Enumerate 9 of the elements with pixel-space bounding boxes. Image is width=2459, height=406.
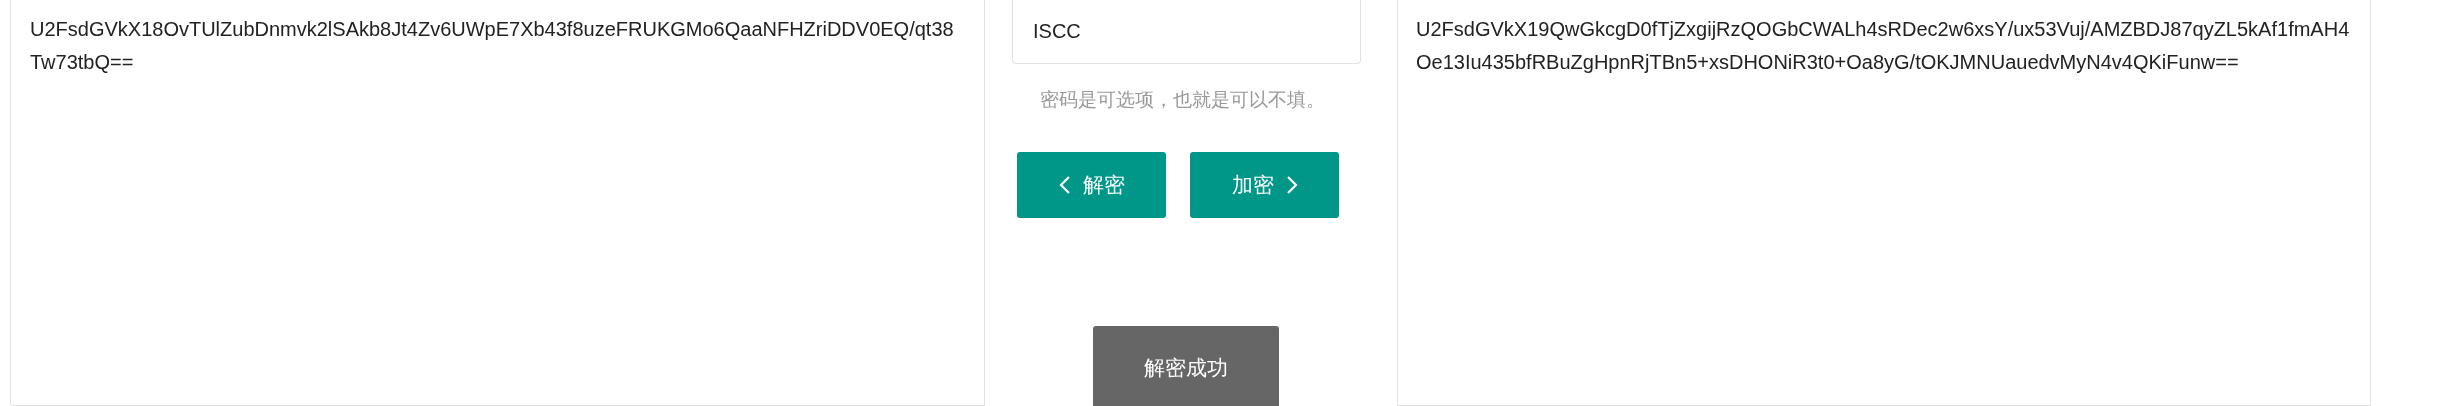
chevron-left-icon: [1058, 174, 1071, 195]
status-message: 解密成功: [1092, 325, 1279, 406]
chevron-right-icon: [1285, 174, 1298, 195]
encrypt-button[interactable]: 加密: [1190, 151, 1339, 218]
password-field[interactable]: ISCC: [1012, 0, 1361, 64]
input-textarea[interactable]: U2FsdGVkX18OvTUlZubDnmvk2lSAkb8Jt4Zv6UWpE7Xb43f8uzeFRUKGMo6QaaNFHZriDDV0EQ/qt38Tw73tbQ==: [10, 0, 985, 406]
decrypt-button[interactable]: 解密: [1017, 151, 1166, 218]
output-textarea[interactable]: U2FsdGVkX19QwGkcgD0fTjZxgijRzQOGbCWALh4sRDec2w6xsY/ux53Vuj/AMZBDJ87qyZL5kAf1fmAH4Oe13Iu435bfRBuZgHpnRjTBn5+xsDHONiR3t0+Oa8yG/tOKJMNUauedvMyN4v4QKiFunw==: [1398, 0, 2371, 406]
hint-text: 密码是可选项，也就是可以不填。: [1039, 88, 1325, 112]
